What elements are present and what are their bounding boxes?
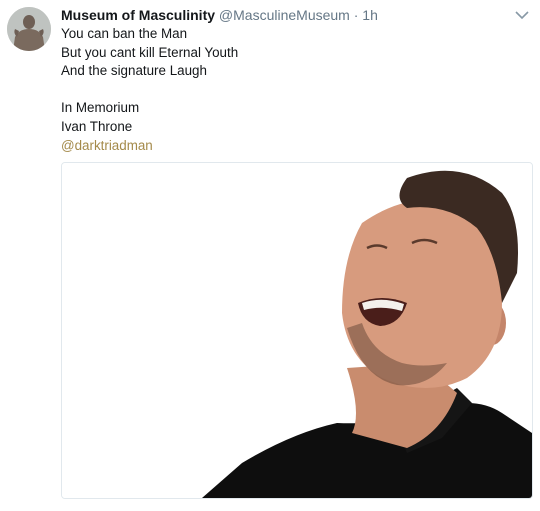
header-separator: ·: [353, 7, 359, 23]
tweet-line: But you cant kill Eternal Youth: [61, 44, 239, 60]
tweet-timestamp[interactable]: 1h: [362, 7, 378, 23]
avatar-image: [7, 7, 51, 51]
laughing-man-photo: [62, 163, 532, 498]
author-avatar[interactable]: [7, 7, 51, 51]
tweet-line: In Memorium: [61, 100, 140, 116]
author-handle[interactable]: @MasculineMuseum: [219, 7, 350, 23]
chevron-down-icon[interactable]: [514, 8, 530, 20]
tweet-media-photo[interactable]: [61, 162, 533, 499]
tweet-line: You can ban the Man: [61, 26, 188, 41]
author-name[interactable]: Museum of Masculinity: [61, 7, 215, 23]
tweet-text: You can ban the Man But you cant kill Et…: [61, 25, 238, 155]
tweet-card[interactable]: Museum of Masculinity @MasculineMuseum ·…: [0, 0, 540, 511]
tweet-line: Ivan Throne: [61, 118, 133, 134]
mention-link[interactable]: @darktriadman: [61, 137, 238, 156]
tweet-line: And the signature Laugh: [61, 63, 207, 79]
tweet-header: Museum of Masculinity @MasculineMuseum ·…: [61, 5, 510, 25]
